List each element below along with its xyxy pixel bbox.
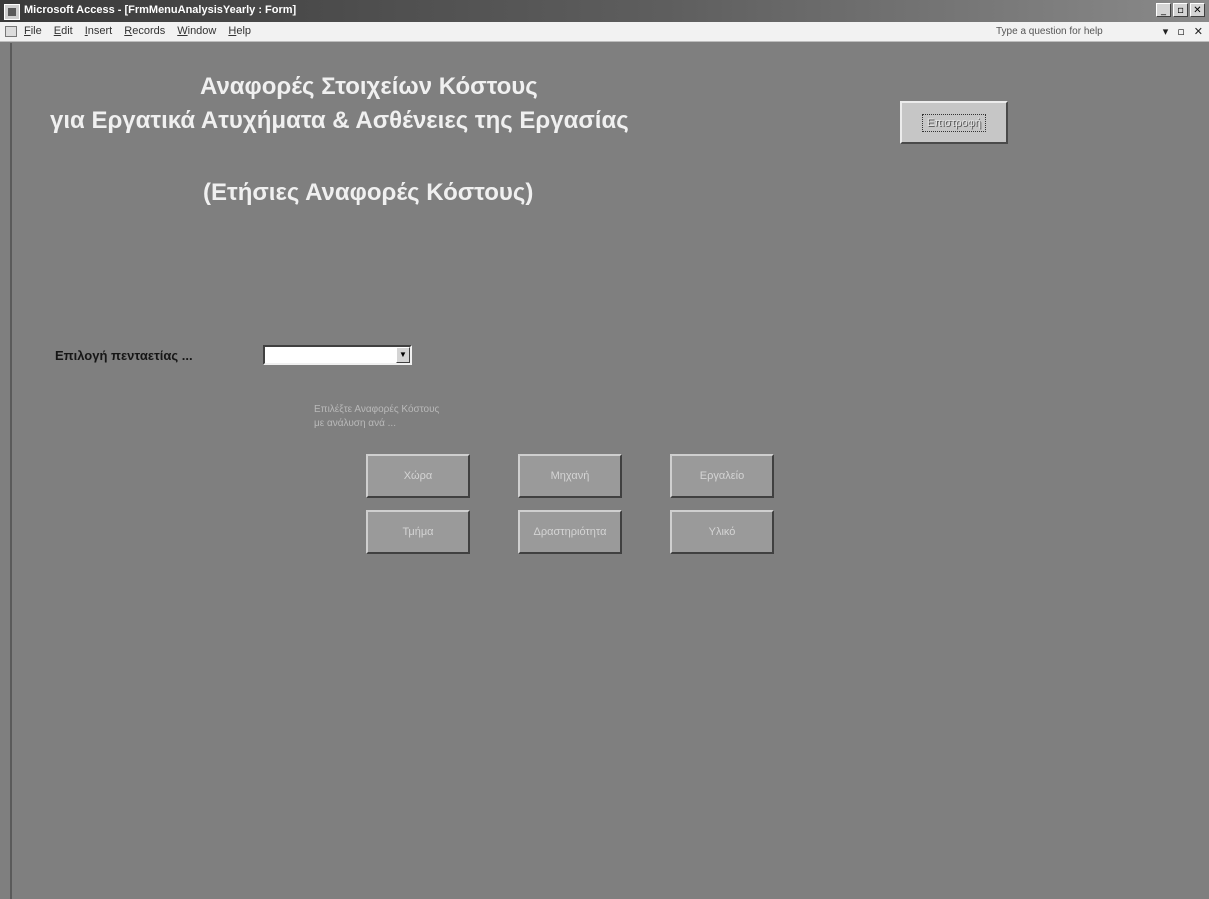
combo-dropdown-arrow-icon[interactable]: ▼ bbox=[396, 347, 410, 363]
machine-button[interactable]: Μηχανή bbox=[518, 454, 622, 498]
access-app-icon[interactable] bbox=[4, 4, 20, 20]
document-controls: ▾ ▫ ✕ bbox=[1163, 25, 1203, 38]
menu-insert[interactable]: Insert bbox=[85, 25, 113, 37]
department-button[interactable]: Τμήμα bbox=[366, 510, 470, 554]
menu-file[interactable]: File bbox=[24, 25, 42, 37]
help-dropdown-arrow-icon[interactable]: ▾ bbox=[1163, 25, 1169, 38]
tool-button[interactable]: Εργαλείο bbox=[670, 454, 774, 498]
close-button[interactable]: ✕ bbox=[1190, 3, 1205, 17]
document-close-button[interactable]: ✕ bbox=[1194, 25, 1203, 38]
return-button-label: Επιστροφή bbox=[921, 113, 987, 132]
menu-records[interactable]: Records bbox=[124, 25, 165, 37]
report-hint-line-1: Επιλέξτε Αναφορές Κόστους bbox=[314, 404, 440, 415]
window-controls: _ ▫ ✕ bbox=[1156, 3, 1205, 17]
return-button[interactable]: Επιστροφή bbox=[900, 101, 1008, 144]
menu-help[interactable]: Help bbox=[228, 25, 251, 37]
period-select-label: Επιλογή πενταετίας ... bbox=[55, 348, 193, 363]
help-question-input[interactable]: Type a question for help bbox=[996, 25, 1142, 39]
report-hint: Επιλέξτε Αναφορές Κόστους με ανάλυση ανά… bbox=[314, 403, 439, 431]
menu-items: File Edit Insert Records Window Help bbox=[24, 25, 251, 37]
document-restore-button[interactable]: ▫ bbox=[1177, 25, 1184, 38]
menu-window[interactable]: Window bbox=[177, 25, 216, 37]
form-heading-line-1: Αναφορές Στοιχείων Κόστους bbox=[200, 73, 538, 100]
material-button[interactable]: Υλικό bbox=[670, 510, 774, 554]
title-bar: Microsoft Access - [FrmMenuAnalysisYearl… bbox=[0, 0, 1209, 22]
country-button[interactable]: Χώρα bbox=[366, 454, 470, 498]
activity-button[interactable]: Δραστηριότητα bbox=[518, 510, 622, 554]
period-combo-box[interactable]: ▼ bbox=[263, 345, 412, 365]
menu-bar: File Edit Insert Records Window Help Typ… bbox=[0, 22, 1209, 42]
report-hint-line-2: με ανάλυση ανά ... bbox=[314, 418, 396, 429]
form-document-icon[interactable] bbox=[5, 26, 17, 37]
minimize-button[interactable]: _ bbox=[1156, 3, 1171, 17]
window-title: Microsoft Access - [FrmMenuAnalysisYearl… bbox=[24, 4, 297, 16]
restore-button[interactable]: ▫ bbox=[1173, 3, 1188, 17]
form-heading-line-2: για Εργατικά Ατυχήματα & Ασθένειες της Ε… bbox=[50, 107, 629, 134]
form-heading-line-3: (Ετήσιες Αναφορές Κόστους) bbox=[203, 179, 534, 206]
menu-edit[interactable]: Edit bbox=[54, 25, 73, 37]
